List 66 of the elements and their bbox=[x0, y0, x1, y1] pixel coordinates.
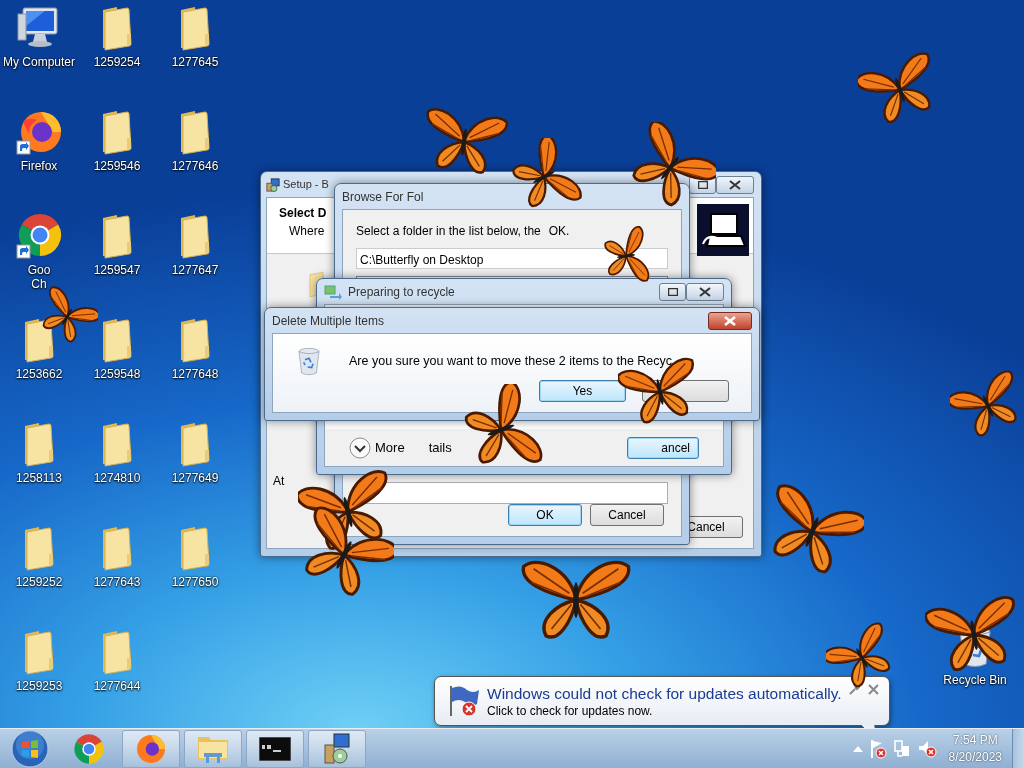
details-link-text[interactable]: tails bbox=[428, 437, 452, 458]
field-label: At bbox=[273, 473, 286, 490]
details-link-text[interactable]: More bbox=[375, 437, 405, 458]
instruction-text: OK. bbox=[548, 223, 570, 240]
chevron-icon[interactable] bbox=[349, 436, 371, 459]
maximize-icon bbox=[697, 180, 708, 189]
icon-label: Goo Ch bbox=[27, 263, 51, 291]
notification-balloon[interactable]: Windows could not check for updates automatically. Click to check for updates now. bbox=[434, 676, 890, 726]
icon-label: 1277650 bbox=[171, 575, 219, 589]
icon-label: 1277646 bbox=[171, 159, 219, 173]
path-field[interactable]: C:\Butterfly on Desktop bbox=[356, 248, 668, 269]
maximize-icon bbox=[667, 287, 678, 296]
close-icon bbox=[699, 286, 711, 297]
icon-label: 1259548 bbox=[93, 367, 141, 381]
installer-icon bbox=[266, 177, 280, 192]
window-title: Browse For Fol bbox=[342, 188, 424, 206]
subheading-text: Where bbox=[288, 223, 326, 240]
instruction-text: Select a folder in the list below, the bbox=[356, 223, 541, 240]
start-button[interactable] bbox=[11, 729, 49, 768]
icon-label: Firefox bbox=[20, 159, 58, 173]
icon-label: 1277647 bbox=[171, 263, 219, 277]
close-icon bbox=[729, 179, 741, 190]
icon-label: 1258113 bbox=[16, 471, 62, 485]
icon-label: 1259547 bbox=[93, 263, 141, 277]
close-button[interactable] bbox=[708, 311, 752, 330]
browser-icon bbox=[135, 732, 167, 765]
flag-error-icon[interactable] bbox=[868, 738, 887, 759]
browser-icon bbox=[15, 212, 63, 260]
icon-label: 1259253 bbox=[15, 679, 63, 693]
icon-label: 1277645 bbox=[171, 55, 219, 69]
close-icon bbox=[724, 315, 736, 326]
icon-label: Recycle Bin bbox=[943, 673, 1007, 687]
icon-label: 1277649 bbox=[171, 471, 219, 485]
taskbar-button[interactable] bbox=[246, 729, 304, 768]
icon-label: 1259546 bbox=[93, 159, 141, 173]
progress-icon bbox=[324, 283, 342, 300]
cancel-button[interactable]: Cancel bbox=[590, 504, 664, 526]
icon-label: My Computer bbox=[3, 55, 75, 69]
taskbar-button[interactable] bbox=[308, 729, 366, 768]
confirmation-message: Are you sure you want to move these 2 items to the Recyc bbox=[349, 352, 673, 370]
notification-title: Windows could not check for updates automatically. bbox=[487, 684, 842, 703]
icon-label: 1259252 bbox=[15, 575, 63, 589]
cancel-button[interactable]: ancel bbox=[627, 436, 699, 459]
close-icon[interactable] bbox=[868, 684, 879, 695]
flag-error-icon bbox=[447, 684, 481, 718]
dialog-button[interactable]: Yes bbox=[539, 380, 626, 402]
close-button[interactable] bbox=[716, 175, 754, 194]
icon-label: 1259254 bbox=[93, 55, 141, 69]
icon-label: 1277644 bbox=[93, 679, 141, 693]
wrench-icon bbox=[848, 684, 860, 696]
terminal-icon bbox=[259, 736, 291, 761]
installer-icon bbox=[322, 732, 352, 765]
close-button[interactable] bbox=[686, 282, 724, 301]
icon-label: 1277648 bbox=[171, 367, 219, 381]
heading-text: Select D bbox=[279, 205, 327, 222]
icon-label: 1253662 bbox=[15, 367, 63, 381]
window-title: Setup - B bbox=[283, 177, 329, 193]
window-title: Delete Multiple Items bbox=[272, 312, 385, 330]
maximize-button[interactable] bbox=[659, 282, 686, 301]
icon-label: 1277643 bbox=[93, 575, 141, 589]
notification-text: Click to check for updates now. bbox=[487, 703, 654, 719]
icon-label: 1274810 bbox=[93, 471, 141, 485]
speaker-muted-icon[interactable] bbox=[916, 739, 937, 758]
window-title: Preparing to recycle bbox=[348, 283, 455, 301]
ok-button[interactable]: OK bbox=[508, 504, 582, 526]
browser-icon bbox=[73, 732, 105, 765]
